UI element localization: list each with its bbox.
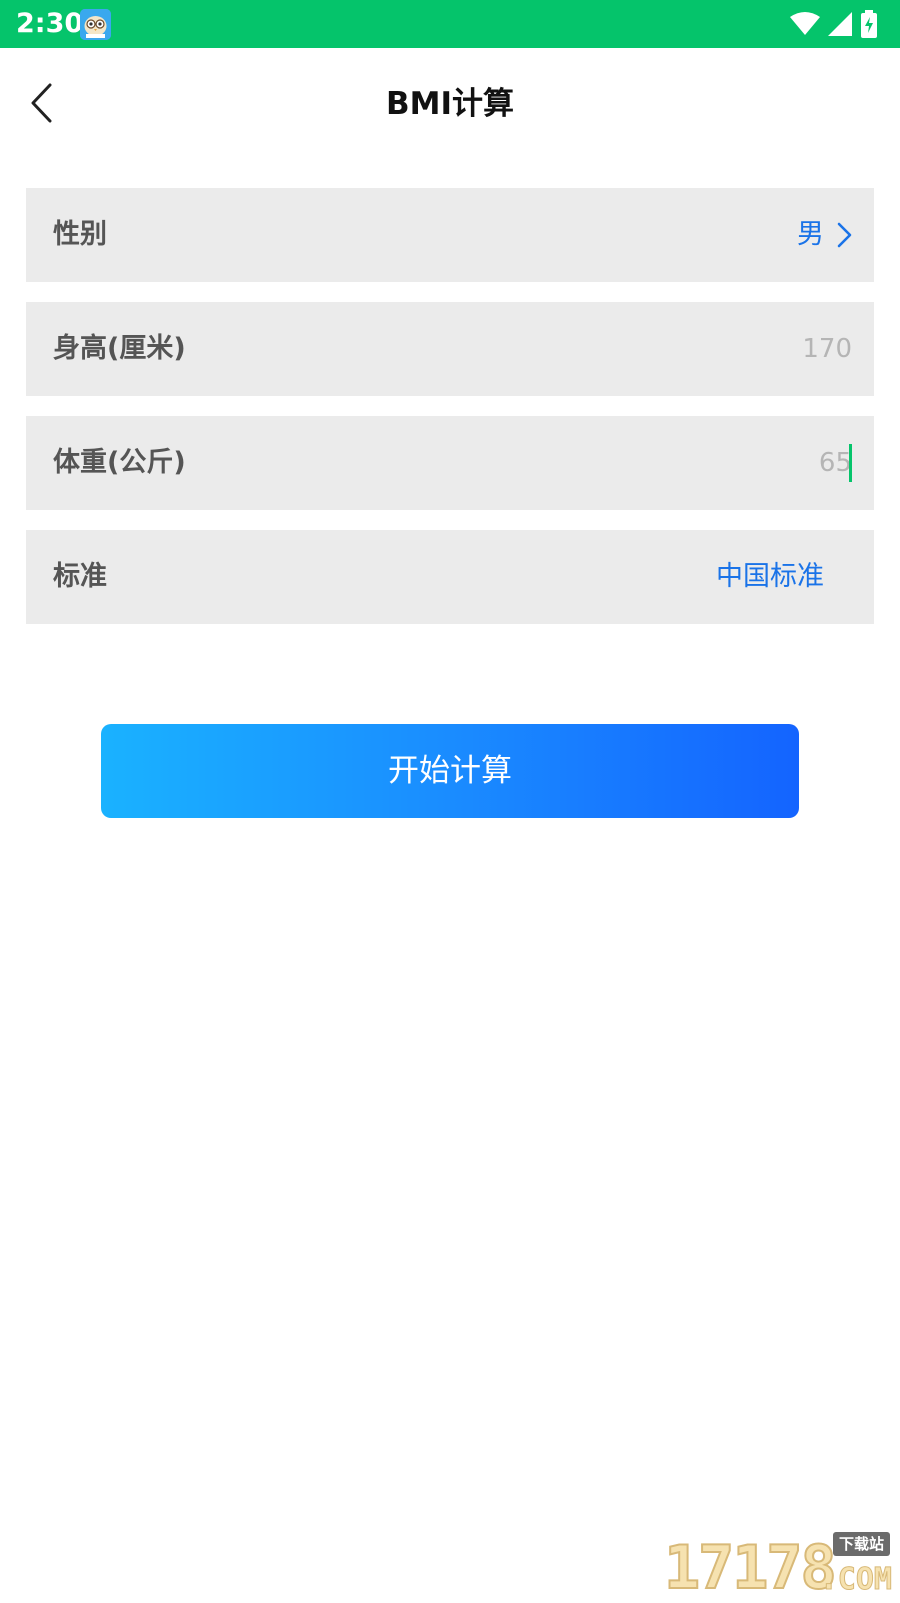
watermark-digits: 17178 [664, 1538, 835, 1598]
watermark-badge: 下载站 [833, 1532, 890, 1556]
site-watermark: 17178 下载站 .COM [664, 1532, 894, 1598]
height-input[interactable] [552, 325, 852, 373]
cellular-signal-icon [828, 12, 852, 40]
calculate-button[interactable]: 开始计算 [101, 724, 799, 818]
standard-row[interactable]: 标准 中国标准 [26, 530, 874, 624]
owl-app-icon [80, 9, 111, 40]
battery-charging-icon [860, 10, 878, 42]
standard-value: 中国标准 [716, 530, 824, 624]
height-row: 身高(厘米) [26, 302, 874, 396]
text-cursor [849, 444, 852, 482]
nav-bar: BMI计算 [0, 48, 900, 158]
status-bar: 2:30 [0, 0, 900, 48]
watermark-suffix: .COM [820, 1564, 892, 1596]
standard-label: 标准 [53, 530, 107, 624]
weight-row: 体重(公斤) [26, 416, 874, 510]
status-time: 2:30 [16, 8, 83, 40]
gender-label: 性别 [53, 188, 107, 282]
status-icons [790, 10, 878, 42]
weight-input[interactable] [552, 439, 852, 487]
gender-value: 男 [797, 188, 824, 282]
height-label: 身高(厘米) [53, 302, 186, 396]
wifi-icon [790, 12, 820, 40]
gender-row[interactable]: 性别 男 [26, 188, 874, 282]
page-title: BMI计算 [0, 84, 900, 124]
weight-label: 体重(公斤) [53, 416, 186, 510]
chevron-right-icon [836, 221, 854, 249]
